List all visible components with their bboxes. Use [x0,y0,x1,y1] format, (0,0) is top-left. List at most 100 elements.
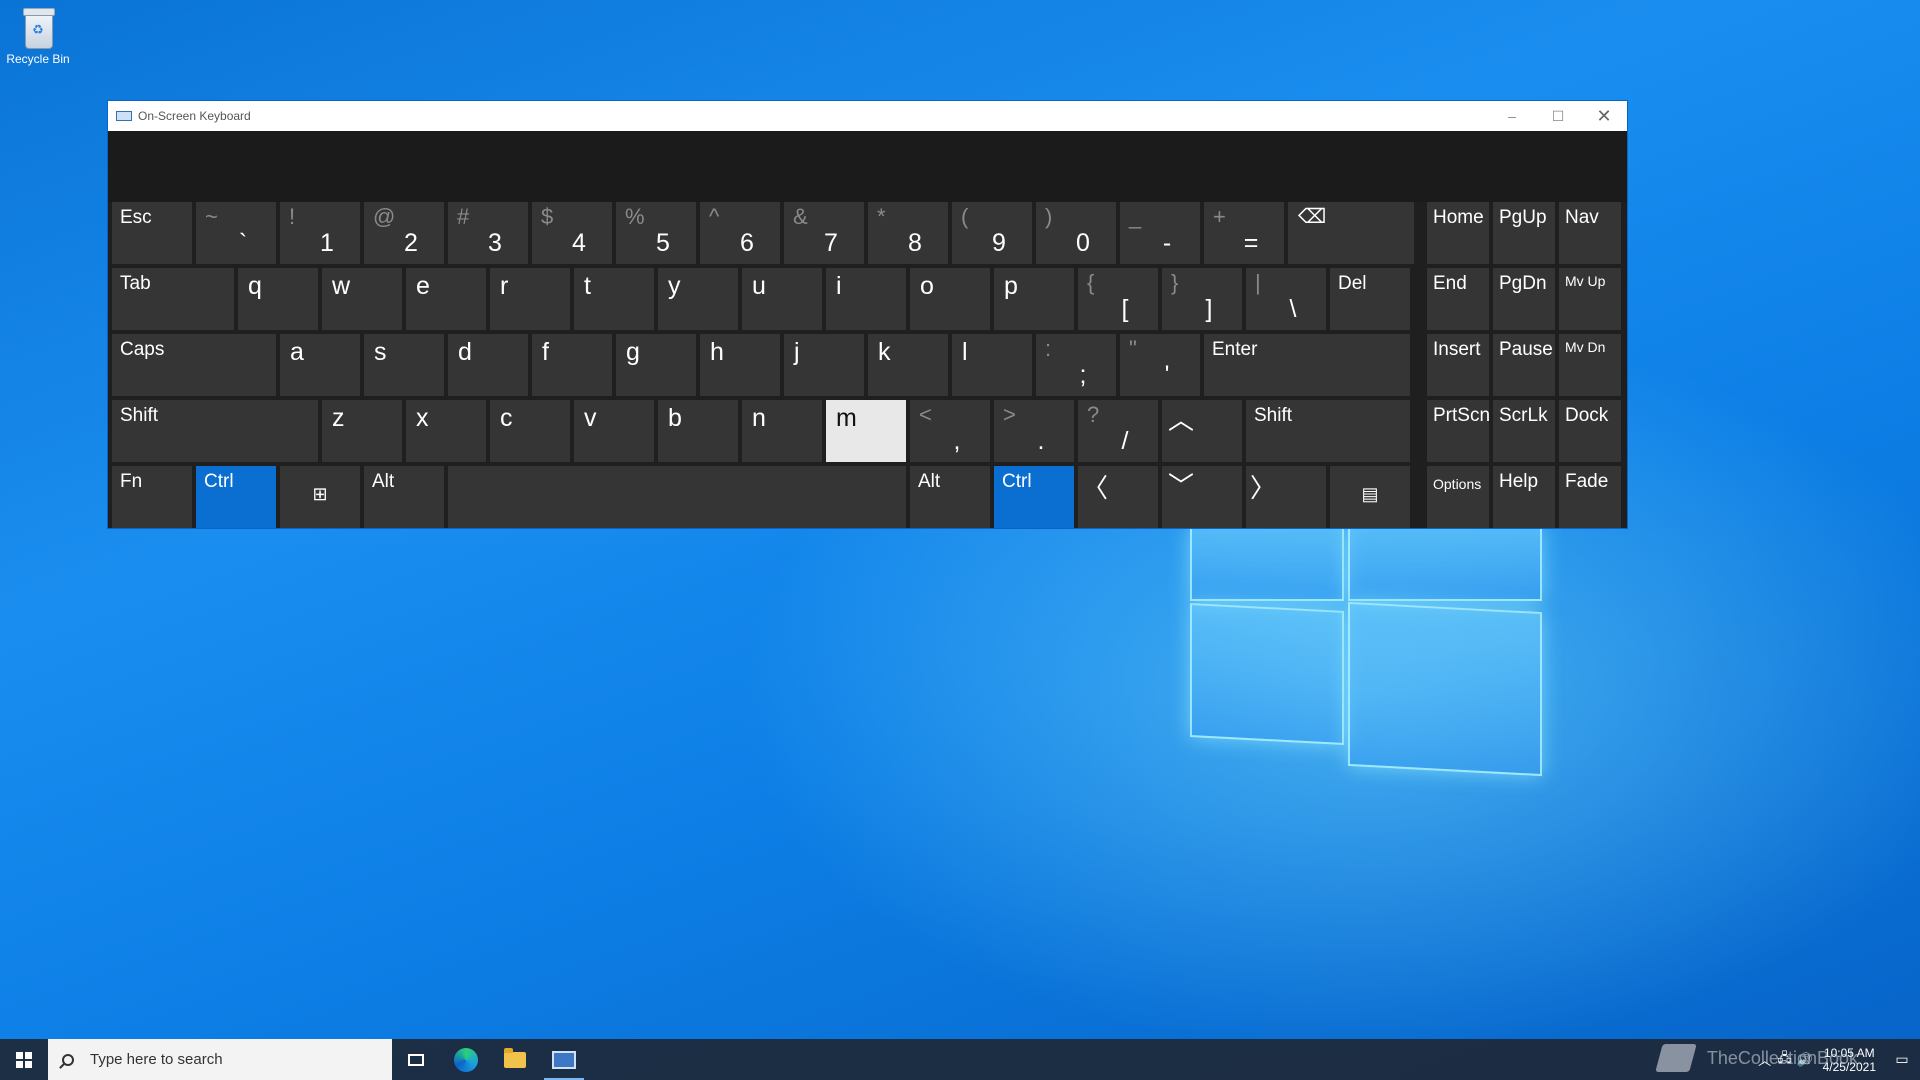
file-explorer-taskbar-button[interactable] [491,1039,539,1080]
key-lshift[interactable]: Shift [112,400,318,462]
key-main-symbol: 6 [740,229,754,257]
nav-key-scrlk[interactable]: ScrLk [1493,400,1555,462]
close-button[interactable]: ✕ [1581,101,1627,131]
key-shift-symbol: ( [961,204,969,229]
key-semicolon[interactable]: :; [1036,334,1116,396]
key-y[interactable]: y [658,268,738,330]
key-w[interactable]: w [322,268,402,330]
key-j[interactable]: j [784,334,864,396]
key-rctrl[interactable]: Ctrl [994,466,1074,528]
key-label: m [836,404,857,432]
key-lbracket[interactable]: {[ [1078,268,1158,330]
key-tab[interactable]: Tab [112,268,234,330]
key-7[interactable]: & 7 [784,202,864,264]
task-view-button[interactable] [392,1039,440,1080]
key-del[interactable]: Del [1330,268,1410,330]
key-n[interactable]: n [742,400,822,462]
title-bar[interactable]: On-Screen Keyboard – ☐ ✕ [108,101,1627,131]
nav-key-mv-dn[interactable]: Mv Dn [1559,334,1621,396]
start-button[interactable] [0,1039,48,1080]
recycle-bin-desktop-icon[interactable]: ♻ Recycle Bin [4,8,72,66]
key-space[interactable] [448,466,906,528]
taskbar-search-box[interactable]: Type here to search [48,1039,392,1080]
key-p[interactable]: p [994,268,1074,330]
key-h[interactable]: h [700,334,780,396]
key-esc[interactable]: Esc [112,202,192,264]
osk-taskbar-button[interactable] [540,1039,588,1080]
key-u[interactable]: u [742,268,822,330]
key-2[interactable]: @2 [364,202,444,264]
key-5[interactable]: % 5 [616,202,696,264]
key-rshift[interactable]: Shift [1246,400,1410,462]
key-right[interactable]: 〉 [1246,466,1326,528]
key-0[interactable]: ) 0 [1036,202,1116,264]
key-k[interactable]: k [868,334,948,396]
key-quote[interactable]: " ' [1120,334,1200,396]
key-lalt[interactable]: Alt [364,466,444,528]
key-s[interactable]: s [364,334,444,396]
key-label: j [794,338,800,366]
key-backtick[interactable]: ~ ` [196,202,276,264]
key-t[interactable]: t [574,268,654,330]
key-d[interactable]: d [448,334,528,396]
key-3[interactable]: #3 [448,202,528,264]
edge-taskbar-button[interactable] [442,1039,490,1080]
key-rbracket[interactable]: }] [1162,268,1242,330]
key-v[interactable]: v [574,400,654,462]
key-ralt[interactable]: Alt [910,466,990,528]
nav-key-pgdn[interactable]: PgDn [1493,268,1555,330]
nav-key-options[interactable]: Options [1427,466,1489,528]
key-m[interactable]: m [826,400,906,462]
key-a[interactable]: a [280,334,360,396]
key-9[interactable]: (9 [952,202,1032,264]
key-period[interactable]: >. [994,400,1074,462]
key-g[interactable]: g [616,334,696,396]
key-b[interactable]: b [658,400,738,462]
key-up[interactable]: ︿ [1162,400,1242,462]
key-minus[interactable]: _ - [1120,202,1200,264]
key-z[interactable]: z [322,400,402,462]
nav-key-fade[interactable]: Fade [1559,466,1621,528]
maximize-button[interactable]: ☐ [1535,101,1581,131]
key-caps[interactable]: Caps [112,334,276,396]
minimize-button[interactable]: – [1489,101,1535,131]
key-backspace[interactable]: ⌫ [1288,202,1414,264]
nav-key-home[interactable]: Home [1427,202,1489,264]
key-i[interactable]: i [826,268,906,330]
nav-key-prtscn[interactable]: PrtScn [1427,400,1489,462]
key-backslash[interactable]: | \ [1246,268,1326,330]
key-left[interactable]: 〈 [1078,466,1158,528]
key-8[interactable]: * 8 [868,202,948,264]
key-c[interactable]: c [490,400,570,462]
key-4[interactable]: $4 [532,202,612,264]
key-equals[interactable]: + = [1204,202,1284,264]
key-menu[interactable]: ▤ [1330,466,1410,528]
key-f[interactable]: f [532,334,612,396]
key-label: Enter [1212,339,1258,360]
nav-key-help[interactable]: Help [1493,466,1555,528]
key-win[interactable]: ⊞ [280,466,360,528]
key-o[interactable]: o [910,268,990,330]
nav-key-nav[interactable]: Nav [1559,202,1621,264]
nav-key-insert[interactable]: Insert [1427,334,1489,396]
nav-key-label: Nav [1565,207,1599,228]
notification-icon[interactable]: ▭ [1884,1039,1920,1080]
nav-key-mv-up[interactable]: Mv Up [1559,268,1621,330]
key-1[interactable]: ! 1 [280,202,360,264]
key-q[interactable]: q [238,268,318,330]
key-fn[interactable]: Fn [112,466,192,528]
nav-key-pause[interactable]: Pause [1493,334,1555,396]
key-e[interactable]: e [406,268,486,330]
key-slash[interactable]: ? / [1078,400,1158,462]
key-x[interactable]: x [406,400,486,462]
nav-key-end[interactable]: End [1427,268,1489,330]
key-l[interactable]: l [952,334,1032,396]
nav-key-dock[interactable]: Dock [1559,400,1621,462]
key-down[interactable]: ﹀ [1162,466,1242,528]
key-6[interactable]: ^ 6 [700,202,780,264]
key-comma[interactable]: <, [910,400,990,462]
key-r[interactable]: r [490,268,570,330]
nav-key-pgup[interactable]: PgUp [1493,202,1555,264]
key-lctrl[interactable]: Ctrl [196,466,276,528]
key-enter[interactable]: Enter [1204,334,1410,396]
